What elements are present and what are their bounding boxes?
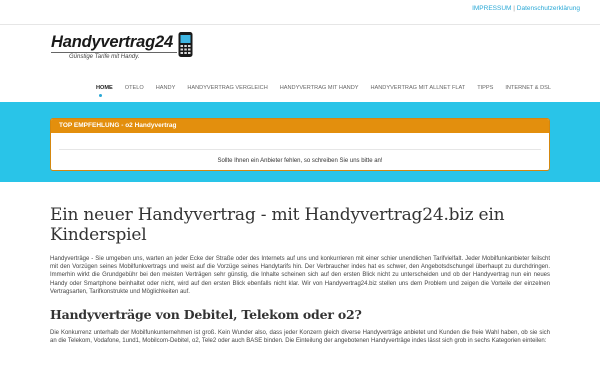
top-links-separator: |	[513, 5, 515, 12]
datenschutz-link[interactable]: Datenschutzerklärung	[517, 5, 580, 12]
section-heading: Handyverträge von Debitel, Telekom oder …	[50, 307, 362, 323]
recommendation-title[interactable]: TOP EMPFEHLUNG - o2 Handyvertrag	[51, 119, 549, 133]
body-paragraph: Die Konkurrenz unterhalb der Mobilfunkun…	[50, 330, 550, 345]
site-logo[interactable]: Handyvertrag24 Günstige Tarife mit Handy…	[51, 31, 197, 71]
top-bar: IMPRESSUM | Datenschutzerklärung	[0, 0, 600, 25]
nav-item-home[interactable]: HOME	[90, 82, 119, 94]
intro-paragraph: Handyverträge - Sie umgeben uns, warten …	[50, 256, 550, 295]
article: Ein neuer Handyvertrag - mit Handyvertra…	[50, 205, 550, 345]
nav-item-tipps[interactable]: TIPPS	[471, 82, 499, 94]
logo-text: Handyvertrag24	[51, 33, 173, 52]
nav-item-handy[interactable]: HANDY	[150, 82, 182, 94]
active-nav-indicator	[99, 94, 102, 97]
mobile-phone-icon	[178, 32, 193, 57]
main-nav: HOME OTELO HANDY HANDYVERTRAG VERGLEICH …	[90, 82, 557, 94]
top-links: IMPRESSUM | Datenschutzerklärung	[472, 5, 580, 12]
logo-underline	[51, 52, 177, 53]
nav-item-handyvertrag-vergleich[interactable]: HANDYVERTRAG VERGLEICH	[181, 82, 273, 94]
logo-tagline: Günstige Tarife mit Handy.	[69, 54, 140, 60]
page-title: Ein neuer Handyvertrag - mit Handyvertra…	[50, 205, 505, 245]
main-content: Ein neuer Handyvertrag - mit Handyvertra…	[0, 182, 600, 375]
logo-brand: Handyvertrag	[51, 33, 155, 51]
nav-item-internet-dsl[interactable]: INTERNET & DSL	[499, 82, 557, 94]
logo-number: 24	[154, 33, 173, 51]
nav-item-otelo[interactable]: OTELO	[119, 82, 150, 94]
nav-item-handyvertrag-mit-handy[interactable]: HANDYVERTRAG MIT HANDY	[274, 82, 365, 94]
recommendation-message: Sollte Ihnen ein Anbieter fehlen, so sch…	[217, 158, 383, 164]
recommendation-divider	[59, 149, 541, 150]
impressum-link[interactable]: IMPRESSUM	[472, 5, 511, 12]
nav-item-allnet-flat[interactable]: HANDYVERTRAG MIT ALLNET FLAT	[365, 82, 472, 94]
recommendation-box: TOP EMPFEHLUNG - o2 Handyvertrag Sollte …	[50, 118, 550, 171]
